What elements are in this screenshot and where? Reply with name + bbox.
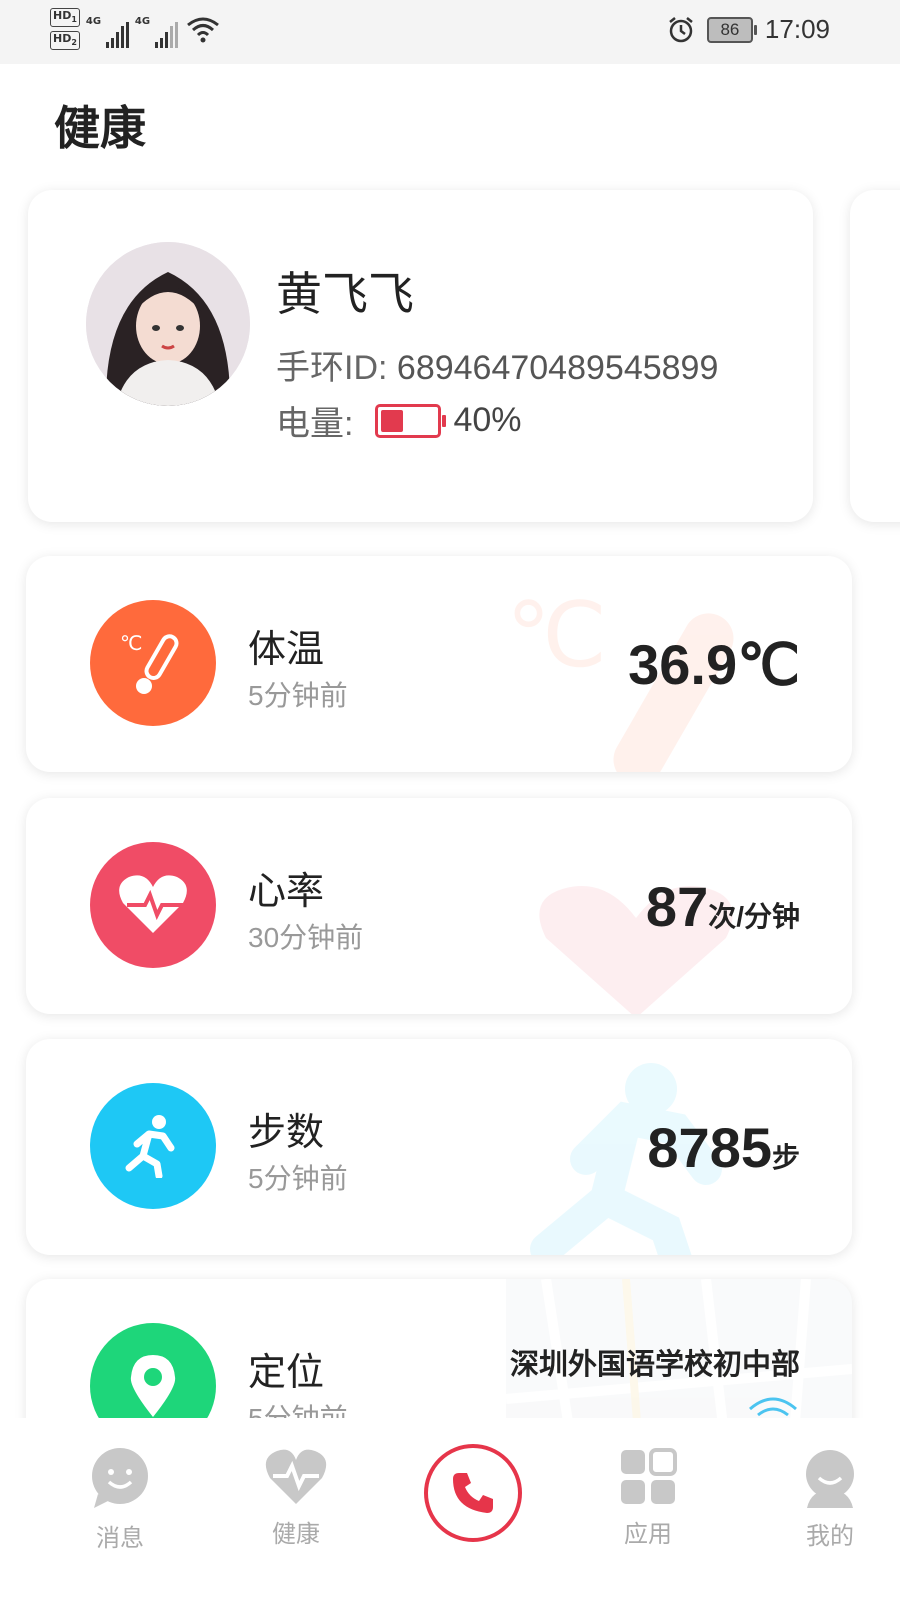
signal-icon: 4G bbox=[134, 10, 178, 49]
tab-messages[interactable]: 消息 bbox=[60, 1448, 180, 1553]
metric-value: 8785 bbox=[647, 1116, 772, 1179]
metric-value: 36.9℃ bbox=[628, 633, 800, 696]
steps-value: 8785步 bbox=[647, 1115, 800, 1180]
user-name: 黄飞飞 bbox=[276, 267, 414, 321]
battery-tip bbox=[442, 414, 447, 427]
signal-icon: 4G bbox=[85, 10, 129, 49]
sim2-index: 2 bbox=[71, 38, 77, 48]
band-id-value: 68946470489545899 bbox=[396, 349, 719, 387]
wifi-location-icon bbox=[749, 1397, 797, 1417]
battery-row: 电量: 40% bbox=[276, 396, 522, 445]
profile-card[interactable]: 黄飞飞 手环ID: 68946470489545899 电量: 40% bbox=[28, 190, 813, 522]
metric-time: 5分钟前 bbox=[248, 680, 348, 711]
phone-call-icon bbox=[453, 1473, 493, 1513]
band-id-label: 手环ID: bbox=[276, 349, 388, 387]
temperature-value: 36.9℃ bbox=[628, 632, 800, 698]
heart-pulse-icon bbox=[90, 842, 216, 968]
tab-health[interactable]: 健康 bbox=[236, 1448, 356, 1549]
sim1-badge: HD1 bbox=[50, 8, 80, 28]
metric-unit: 步 bbox=[771, 1142, 800, 1173]
page-title: 健康 bbox=[54, 101, 146, 155]
thermometer-icon: ℃ bbox=[90, 600, 216, 726]
alarm-icon bbox=[669, 16, 693, 42]
sim2-badge: HD2 bbox=[50, 31, 80, 51]
battery-icon: 86 bbox=[706, 16, 757, 43]
metric-time: 30分钟前 bbox=[248, 922, 364, 953]
battery-label: 电量: bbox=[276, 405, 354, 443]
sim-indicators: HD1 HD2 bbox=[50, 8, 80, 51]
avatar-image bbox=[86, 242, 250, 406]
health-icon bbox=[265, 1449, 327, 1504]
sim1-index: 1 bbox=[71, 15, 77, 25]
metric-value: 87 bbox=[645, 875, 709, 938]
battery-fill bbox=[381, 409, 404, 432]
metric-time: 5分钟前 bbox=[248, 1163, 348, 1194]
network-type-2: 4G bbox=[134, 16, 151, 28]
bottom-tab-bar: 消息 健康 应用 我的 bbox=[0, 1418, 900, 1600]
apps-icon bbox=[621, 1448, 677, 1504]
tab-apps[interactable]: 应用 bbox=[588, 1448, 708, 1549]
message-icon bbox=[92, 1448, 148, 1508]
svg-text:℃: ℃ bbox=[506, 586, 607, 688]
network-type-1: 4G bbox=[85, 16, 102, 28]
sim1-label: HD bbox=[53, 9, 72, 22]
heart-rate-card[interactable]: 心率 30分钟前 87次/分钟 bbox=[26, 798, 852, 1014]
tab-label: 消息 bbox=[96, 1524, 144, 1552]
profile-icon bbox=[806, 1450, 854, 1508]
sim2-label: HD bbox=[53, 32, 72, 46]
next-profile-card[interactable] bbox=[850, 190, 900, 522]
location-value: 深圳外国语学校初中部 bbox=[509, 1347, 800, 1381]
steps-card[interactable]: 步数 5分钟前 8785步 bbox=[26, 1039, 852, 1255]
avatar[interactable] bbox=[86, 242, 250, 406]
status-right: 86 17:09 bbox=[667, 14, 830, 45]
tab-profile[interactable]: 我的 bbox=[770, 1448, 890, 1551]
metric-title: 定位 bbox=[248, 1350, 325, 1394]
tab-label: 健康 bbox=[272, 1520, 320, 1548]
metric-title: 步数 bbox=[248, 1110, 325, 1154]
battery-level-icon bbox=[375, 403, 447, 438]
metric-title: 心率 bbox=[248, 869, 325, 913]
clock: 17:09 bbox=[764, 14, 830, 44]
tab-label: 我的 bbox=[806, 1522, 854, 1550]
tab-label: 应用 bbox=[624, 1520, 672, 1548]
band-id: 手环ID: 68946470489545899 bbox=[276, 340, 718, 389]
battery-percent: 40% bbox=[453, 401, 522, 439]
status-left: HD1 HD2 4G 4G bbox=[50, 8, 220, 51]
svg-text:℃: ℃ bbox=[120, 631, 142, 655]
metric-title: 体温 bbox=[248, 627, 325, 671]
heart-rate-value: 87次/分钟 bbox=[646, 874, 800, 939]
status-bar: HD1 HD2 4G 4G 86 17:09 bbox=[0, 0, 900, 64]
temperature-card[interactable]: ℃ ℃ 体温 5分钟前 36.9℃ bbox=[26, 556, 852, 772]
metric-unit: 次/分钟 bbox=[708, 901, 800, 932]
wifi-icon bbox=[186, 17, 219, 43]
call-button[interactable] bbox=[424, 1444, 522, 1542]
running-icon bbox=[90, 1083, 216, 1209]
